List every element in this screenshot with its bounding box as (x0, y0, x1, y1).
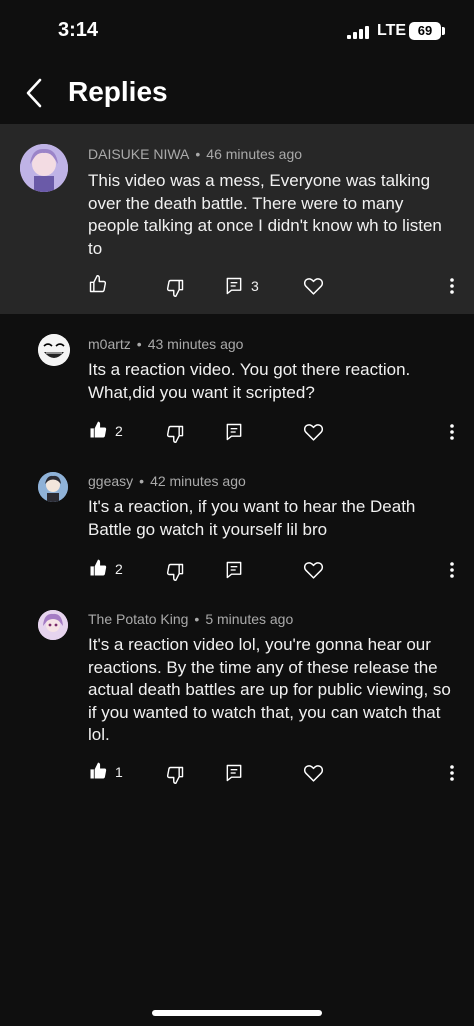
more-options-button[interactable] (446, 276, 458, 301)
comment-meta: ggeasy • 42 minutes ago (88, 473, 246, 489)
home-indicator[interactable] (152, 1010, 322, 1016)
avatar[interactable] (20, 144, 68, 192)
meta-separator: • (139, 473, 145, 489)
thumbs-up-icon (90, 762, 107, 779)
comment-icon (226, 561, 242, 579)
like-button[interactable] (88, 274, 108, 299)
reply-button[interactable] (224, 276, 244, 301)
header: Replies (0, 64, 474, 122)
more-vertical-icon (450, 424, 454, 440)
comment-author[interactable]: DAISUKE NIWA (88, 146, 189, 162)
avatar[interactable] (38, 472, 68, 502)
dislike-button[interactable] (165, 765, 185, 790)
avatar[interactable] (38, 334, 70, 366)
thumbs-up-icon (89, 274, 107, 293)
battery-icon: 69 (409, 22, 441, 40)
more-vertical-icon (450, 562, 454, 578)
comment-icon (226, 423, 242, 441)
reply-comment: ggeasy • 42 minutes ago It's a reaction, i… (0, 468, 474, 598)
comment-time: 43 minutes ago (147, 336, 244, 352)
reply-comment: m0artz • 43 minutes ago Its a reaction vid… (0, 330, 474, 460)
comment-text: It's a reaction video lol, you're gonna … (88, 635, 451, 744)
comment-icon (226, 764, 242, 782)
reply-button[interactable] (224, 422, 244, 447)
comment-text: It's a reaction, if you want to hear the… (88, 497, 416, 539)
more-options-button[interactable] (446, 763, 458, 788)
status-bar: 3:14 LTE 69 (0, 0, 474, 64)
heart-button[interactable] (303, 560, 324, 585)
comment-author[interactable]: ggeasy (88, 473, 133, 489)
thumbs-down-icon (166, 766, 184, 785)
more-options-button[interactable] (446, 422, 458, 447)
reply-comment: The Potato King • 5 minutes ago It's a rea… (0, 606, 474, 786)
battery-tip (442, 27, 445, 35)
reply-button[interactable] (224, 763, 244, 788)
comment-time: 5 minutes ago (205, 611, 294, 627)
reply-button[interactable] (224, 560, 244, 585)
comment-meta: m0artz • 43 minutes ago (88, 336, 243, 352)
dislike-button[interactable] (165, 278, 185, 303)
heart-button[interactable] (303, 763, 324, 788)
reply-count: 3 (251, 278, 259, 294)
meta-separator: • (195, 146, 201, 162)
comment-text: Its a reaction video. You got there reac… (88, 360, 411, 402)
back-chevron-icon (26, 78, 42, 108)
heart-icon (303, 278, 324, 295)
like-count: 1 (115, 764, 123, 780)
comment-meta: The Potato King • 5 minutes ago (88, 611, 293, 627)
status-time: 3:14 (58, 19, 99, 41)
network-type: LTE (377, 22, 407, 39)
like-count: 2 (115, 561, 123, 577)
heart-button[interactable] (303, 276, 324, 301)
comment-time: 42 minutes ago (150, 473, 246, 489)
comment-meta: DAISUKE NIWA • 46 minutes ago (88, 146, 302, 162)
parent-comment: DAISUKE NIWA • 46 minutes ago This video w… (0, 124, 474, 314)
meta-separator: • (194, 611, 200, 627)
heart-icon (303, 562, 324, 579)
like-button[interactable] (88, 420, 108, 445)
signal-icon (347, 26, 369, 39)
thumbs-down-icon (166, 563, 184, 582)
heart-icon (303, 765, 324, 782)
comment-time: 46 minutes ago (206, 146, 303, 162)
dislike-button[interactable] (165, 562, 185, 587)
heart-icon (303, 424, 324, 441)
heart-button[interactable] (303, 422, 324, 447)
more-options-button[interactable] (446, 560, 458, 585)
like-button[interactable] (88, 761, 108, 786)
like-count: 2 (115, 423, 123, 439)
like-button[interactable] (88, 558, 108, 583)
avatar[interactable] (38, 610, 68, 640)
thumbs-down-icon (166, 279, 184, 298)
comment-text: This video was a mess, Everyone was talk… (88, 171, 442, 258)
back-button[interactable] (20, 76, 50, 110)
thumbs-up-icon (90, 559, 107, 576)
more-vertical-icon (450, 278, 454, 294)
dislike-button[interactable] (165, 424, 185, 449)
meta-separator: • (136, 336, 142, 352)
comment-author[interactable]: The Potato King (88, 611, 188, 627)
comment-icon (226, 277, 242, 295)
thumbs-up-icon (90, 421, 107, 438)
comment-author[interactable]: m0artz (88, 336, 131, 352)
more-vertical-icon (450, 765, 454, 781)
thumbs-down-icon (166, 425, 184, 444)
page-title: Replies (68, 76, 168, 107)
